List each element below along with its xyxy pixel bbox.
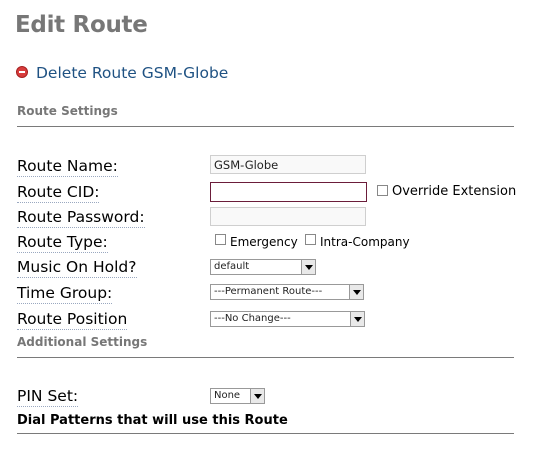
- pin-set-label: PIN Set:: [17, 387, 79, 407]
- chevron-down-icon: [350, 312, 364, 326]
- route-password-label: Route Password:: [17, 208, 145, 228]
- route-name-input[interactable]: GSM-Globe: [210, 155, 366, 174]
- route-position-label: Route Position: [17, 310, 128, 330]
- chevron-down-icon: [250, 389, 264, 403]
- override-extension-label: Override Extension: [392, 184, 517, 199]
- dial-patterns-heading: Dial Patterns that will use this Route: [17, 413, 288, 428]
- intra-company-label: Intra-Company: [320, 235, 410, 249]
- route-settings-heading: Route Settings: [17, 104, 118, 118]
- time-group-select[interactable]: ---Permanent Route---: [210, 284, 364, 300]
- section-divider: [17, 126, 514, 127]
- pin-set-value: None: [214, 390, 241, 401]
- section-divider: [17, 433, 514, 434]
- page-title: Edit Route: [15, 12, 148, 38]
- route-name-label: Route Name:: [17, 157, 118, 177]
- delete-route-link[interactable]: Delete Route GSM-Globe: [36, 64, 228, 82]
- route-position-value: ---No Change---: [214, 313, 291, 324]
- pin-set-select[interactable]: None: [210, 388, 265, 404]
- route-position-select[interactable]: ---No Change---: [210, 311, 365, 327]
- route-cid-input[interactable]: [210, 182, 367, 202]
- route-cid-label: Route CID:: [17, 183, 100, 203]
- time-group-value: ---Permanent Route---: [214, 286, 323, 297]
- time-group-label: Time Group:: [17, 284, 113, 304]
- chevron-down-icon: [301, 260, 315, 274]
- section-divider: [17, 357, 514, 358]
- intra-company-checkbox[interactable]: [305, 234, 316, 245]
- music-on-hold-value: default: [214, 261, 250, 272]
- emergency-checkbox[interactable]: [215, 234, 226, 245]
- delete-icon[interactable]: [16, 66, 28, 78]
- override-extension-checkbox[interactable]: [377, 185, 388, 196]
- additional-settings-heading: Additional Settings: [17, 335, 148, 349]
- route-type-label: Route Type:: [17, 233, 108, 253]
- emergency-label: Emergency: [230, 235, 298, 249]
- music-on-hold-label: Music On Hold?: [17, 258, 137, 278]
- route-password-input[interactable]: [210, 207, 366, 226]
- chevron-down-icon: [349, 285, 363, 299]
- music-on-hold-select[interactable]: default: [210, 259, 316, 275]
